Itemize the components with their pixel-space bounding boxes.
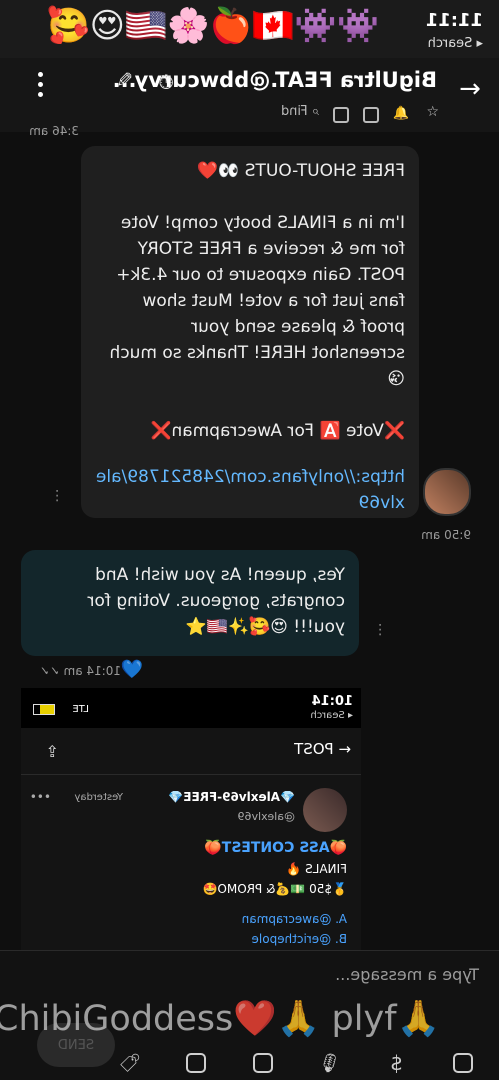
- find-button[interactable]: ⌕ Find: [281, 104, 319, 119]
- heart-reaction[interactable]: 💙: [121, 659, 143, 680]
- post-more-icon: •••: [29, 790, 51, 804]
- message-time: 9:50 am: [421, 528, 471, 542]
- vault-icon[interactable]: [182, 1049, 210, 1077]
- back-arrow-icon[interactable]: ←: [459, 74, 481, 104]
- message-options-icon[interactable]: ⋮: [373, 622, 387, 638]
- status-bar: 11:11 ◂ Search 👾👾🇨🇦🍎🌸🇺🇸😍🥰: [0, 0, 499, 58]
- divider: [21, 774, 361, 775]
- chat-area: 3:46 am FREE SHOUT-OUTS 👀❤️ I'm in a FIN…: [0, 124, 499, 950]
- microphone-icon[interactable]: 🎙: [316, 1049, 344, 1077]
- image-icon[interactable]: [449, 1049, 477, 1077]
- author-avatar: [303, 788, 347, 832]
- avatar[interactable]: [423, 468, 471, 516]
- image-icon[interactable]: [333, 107, 349, 123]
- post-header: ← POST: [294, 740, 351, 758]
- message-text: FREE SHOUT-OUTS 👀❤️ I'm in a FINALS boot…: [109, 161, 405, 441]
- overlay-caption: ChibiGoddess❤️🙏 plyf🙏: [0, 999, 441, 1039]
- message-text: Yes, queen! As you wish! And congrats, g…: [82, 565, 345, 637]
- share-icon: ⇪: [45, 742, 59, 761]
- emoji-banner: 👾👾🇨🇦🍎🌸🇺🇸😍🥰: [47, 6, 379, 46]
- back-to-search[interactable]: ◂ Search: [428, 36, 483, 51]
- clock: 11:11: [425, 10, 483, 31]
- bell-icon[interactable]: 🔔: [393, 106, 409, 121]
- timer-icon[interactable]: ⏱: [158, 70, 174, 94]
- message-link[interactable]: https://onlyfans.com/248521789/alexlv69: [93, 464, 405, 516]
- battery-icon: [33, 704, 55, 715]
- tag-icon[interactable]: 🏷: [116, 1049, 144, 1077]
- price-icon[interactable]: $: [382, 1049, 410, 1077]
- message-input[interactable]: Type a message...: [39, 965, 479, 995]
- outgoing-message[interactable]: Yes, queen! As you wish! And congrats, g…: [21, 550, 359, 656]
- gallery-icon[interactable]: [249, 1049, 277, 1077]
- edit-icon[interactable]: ✎: [116, 68, 133, 92]
- message-options-icon[interactable]: ⋮: [50, 488, 64, 504]
- incoming-message[interactable]: FREE SHOUT-OUTS 👀❤️ I'm in a FINALS boot…: [81, 146, 419, 518]
- chat-header: ← BigUltra FEAT.@bbwcurvy... ⏱ ✎ ☆ 🔔 ⌕ F…: [0, 58, 499, 133]
- attached-screenshot[interactable]: 10:14 ◂ Search LTE ← POST ⇪ 💎Alexlv69-FR…: [21, 688, 361, 950]
- screenshot-status: 10:14 ◂ Search LTE: [21, 688, 361, 728]
- previous-time: 3:46 am: [29, 124, 79, 138]
- message-time: 10:14 am ✓✓: [39, 664, 121, 678]
- more-options-icon[interactable]: [37, 72, 43, 100]
- star-icon[interactable]: ☆: [426, 104, 439, 120]
- media-icon[interactable]: [363, 107, 379, 123]
